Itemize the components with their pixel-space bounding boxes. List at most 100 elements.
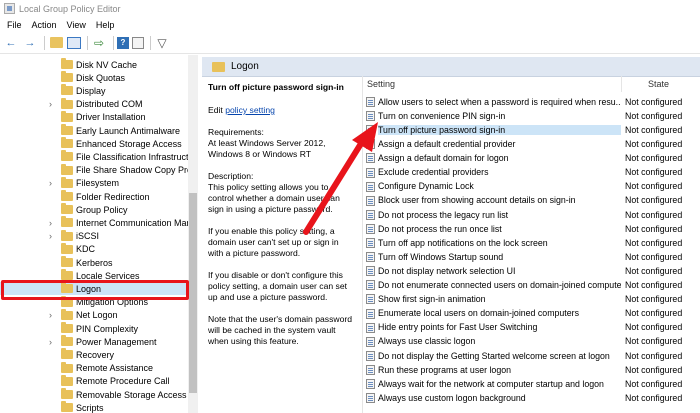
tree-item[interactable]: Disk NV Cache (0, 58, 190, 71)
policy-setting-icon (366, 294, 375, 305)
tree-item[interactable]: Driver Installation (0, 110, 190, 124)
setting-row[interactable]: Do not process the run once list Not conf… (363, 222, 700, 236)
column-header-setting[interactable]: Setting (367, 76, 619, 92)
setting-row[interactable]: Always wait for the network at computer … (363, 377, 700, 391)
tree-item[interactable]: Group Policy (0, 203, 190, 216)
tree-item[interactable]: Remote Assistance (0, 361, 190, 375)
folder-icon (61, 229, 73, 241)
setting-name: Show first sign-in animation (378, 294, 486, 305)
tree-item[interactable]: File Classification Infrastructu (0, 150, 194, 163)
setting-row[interactable]: Do not enumerate connected users on doma… (363, 278, 700, 292)
setting-state: Not configured (625, 96, 683, 107)
tree-item[interactable]: Remote Procedure Call (0, 374, 190, 388)
setting-name: Block user from showing account details … (378, 195, 576, 206)
tree-scrollbar[interactable] (188, 55, 198, 413)
setting-name: Turn off picture password sign-in (378, 124, 621, 135)
chevron-right-icon[interactable]: › (49, 337, 57, 347)
chevron-right-icon[interactable]: › (49, 231, 57, 241)
setting-row[interactable]: Run these programs at user logon Not conf… (363, 363, 700, 377)
policy-setting-icon (366, 139, 375, 150)
column-header-state[interactable]: State (621, 76, 700, 92)
tree-item[interactable]: Scripts (0, 401, 190, 413)
pane-header-title: Logon (231, 61, 259, 72)
setting-row[interactable]: Assign a default credential provider Not … (363, 137, 700, 151)
chevron-right-icon[interactable]: › (49, 310, 57, 320)
setting-name: Always wait for the network at computer … (378, 378, 604, 389)
folder-icon (61, 242, 73, 254)
setting-row[interactable]: Block user from showing account details … (363, 194, 700, 208)
setting-row[interactable]: Turn off Windows Startup sound Not config… (363, 250, 700, 264)
setting-row[interactable]: Do not process the legacy run list Not co… (363, 208, 700, 222)
setting-row[interactable]: Do not display the Getting Started welco… (363, 349, 700, 363)
policy-setting-icon (366, 238, 375, 248)
setting-row[interactable]: Always use custom logon background Not co… (363, 391, 700, 405)
filter-icon[interactable]: ▽ (154, 35, 170, 51)
folder-icon (61, 71, 73, 83)
setting-row[interactable]: Show first sign-in animation Not configur… (363, 292, 700, 306)
chevron-right-icon[interactable]: › (49, 99, 57, 109)
setting-row[interactable]: Turn on convenience PIN sign-in Not confi… (363, 109, 700, 123)
chevron-right-icon[interactable]: › (49, 178, 57, 188)
chevron-right-icon[interactable]: › (49, 218, 57, 228)
setting-name: Always use custom logon background (378, 392, 526, 403)
setting-state: Not configured (625, 181, 683, 192)
up-folder-icon[interactable] (50, 37, 63, 48)
folder-icon (61, 256, 73, 267)
setting-row[interactable]: Assign a default domain for logon Not con… (363, 151, 700, 165)
setting-name: Exclude credential providers (378, 167, 489, 178)
tree-item[interactable]: Folder Redirection (0, 190, 190, 203)
tree-item[interactable]: › Net Logon (0, 308, 190, 322)
tree-item[interactable]: › Power Management (0, 335, 190, 348)
menu-action[interactable]: Action (27, 20, 62, 30)
tree-item[interactable]: Enhanced Storage Access (0, 137, 190, 150)
folder-icon (61, 97, 73, 109)
tree-item[interactable]: Kerberos (0, 256, 190, 269)
setting-name: Turn off app notifications on the lock s… (378, 237, 548, 248)
tree-item[interactable]: › iSCSI (0, 229, 190, 243)
tree-item[interactable]: File Share Shadow Copy Prov (0, 163, 197, 177)
export-list-icon[interactable]: ⇨ (91, 35, 107, 51)
setting-state: Not configured (625, 223, 683, 234)
setting-row[interactable]: Exclude credential providers Not configur… (363, 166, 700, 180)
menu-file[interactable]: File (2, 20, 27, 30)
policy-setting-icon (366, 223, 375, 234)
forward-arrow-icon[interactable]: → (22, 35, 38, 51)
tree-item[interactable]: Recovery (0, 348, 190, 361)
setting-row[interactable]: Do not display network selection UI Not c… (363, 264, 700, 278)
tree-item[interactable]: PIN Complexity (0, 322, 190, 335)
help-icon[interactable]: ? (117, 36, 129, 49)
tree-item[interactable]: › Distributed COM (0, 97, 190, 111)
tree-item[interactable]: Display (0, 84, 190, 97)
properties-icon[interactable] (132, 36, 144, 49)
policy-setting-link[interactable]: policy setting (225, 105, 275, 115)
tree-item[interactable]: Disk Quotas (0, 71, 190, 84)
setting-name: Enumerate local users on domain-joined c… (378, 308, 579, 319)
policy-setting-icon (366, 153, 375, 164)
setting-name: Assign a default credential provider (378, 139, 516, 150)
tree-item[interactable]: Removable Storage Access (0, 388, 190, 401)
policy-description: Turn off picture password sign-in Edit p… (208, 82, 356, 358)
menu-help[interactable]: Help (91, 20, 120, 30)
setting-row[interactable]: Always use classic logon Not configured (363, 335, 700, 349)
setting-row[interactable]: Allow users to select when a password is… (363, 95, 700, 109)
tree-item[interactable]: Early Launch Antimalware (0, 124, 190, 137)
setting-state: Not configured (625, 251, 683, 262)
policy-setting-icon (366, 125, 375, 136)
back-arrow-icon[interactable]: ← (3, 35, 19, 51)
policy-setting-icon (366, 266, 375, 277)
setting-row[interactable]: Hide entry points for Fast User Switchin… (363, 321, 700, 335)
setting-name: Do not enumerate connected users on doma… (378, 280, 621, 291)
tree-scrollbar-thumb[interactable] (189, 193, 197, 393)
tree-item[interactable]: KDC (0, 242, 190, 256)
tree-item[interactable]: › Internet Communication Man (0, 216, 192, 229)
tree-item-label: Remote Assistance (76, 363, 154, 374)
folder-icon (61, 401, 73, 413)
setting-row[interactable]: Configure Dynamic Lock Not configured (363, 180, 700, 194)
setting-row[interactable]: Turn off picture password sign-in Not con… (363, 123, 700, 137)
menu-view[interactable]: View (62, 20, 91, 30)
show-hide-tree-icon[interactable] (67, 36, 81, 49)
setting-row[interactable]: Turn off app notifications on the lock s… (363, 236, 700, 250)
tree-item[interactable]: › Filesystem (0, 176, 190, 190)
tree-item-label: Distributed COM (76, 99, 143, 110)
setting-row[interactable]: Enumerate local users on domain-joined c… (363, 307, 700, 321)
